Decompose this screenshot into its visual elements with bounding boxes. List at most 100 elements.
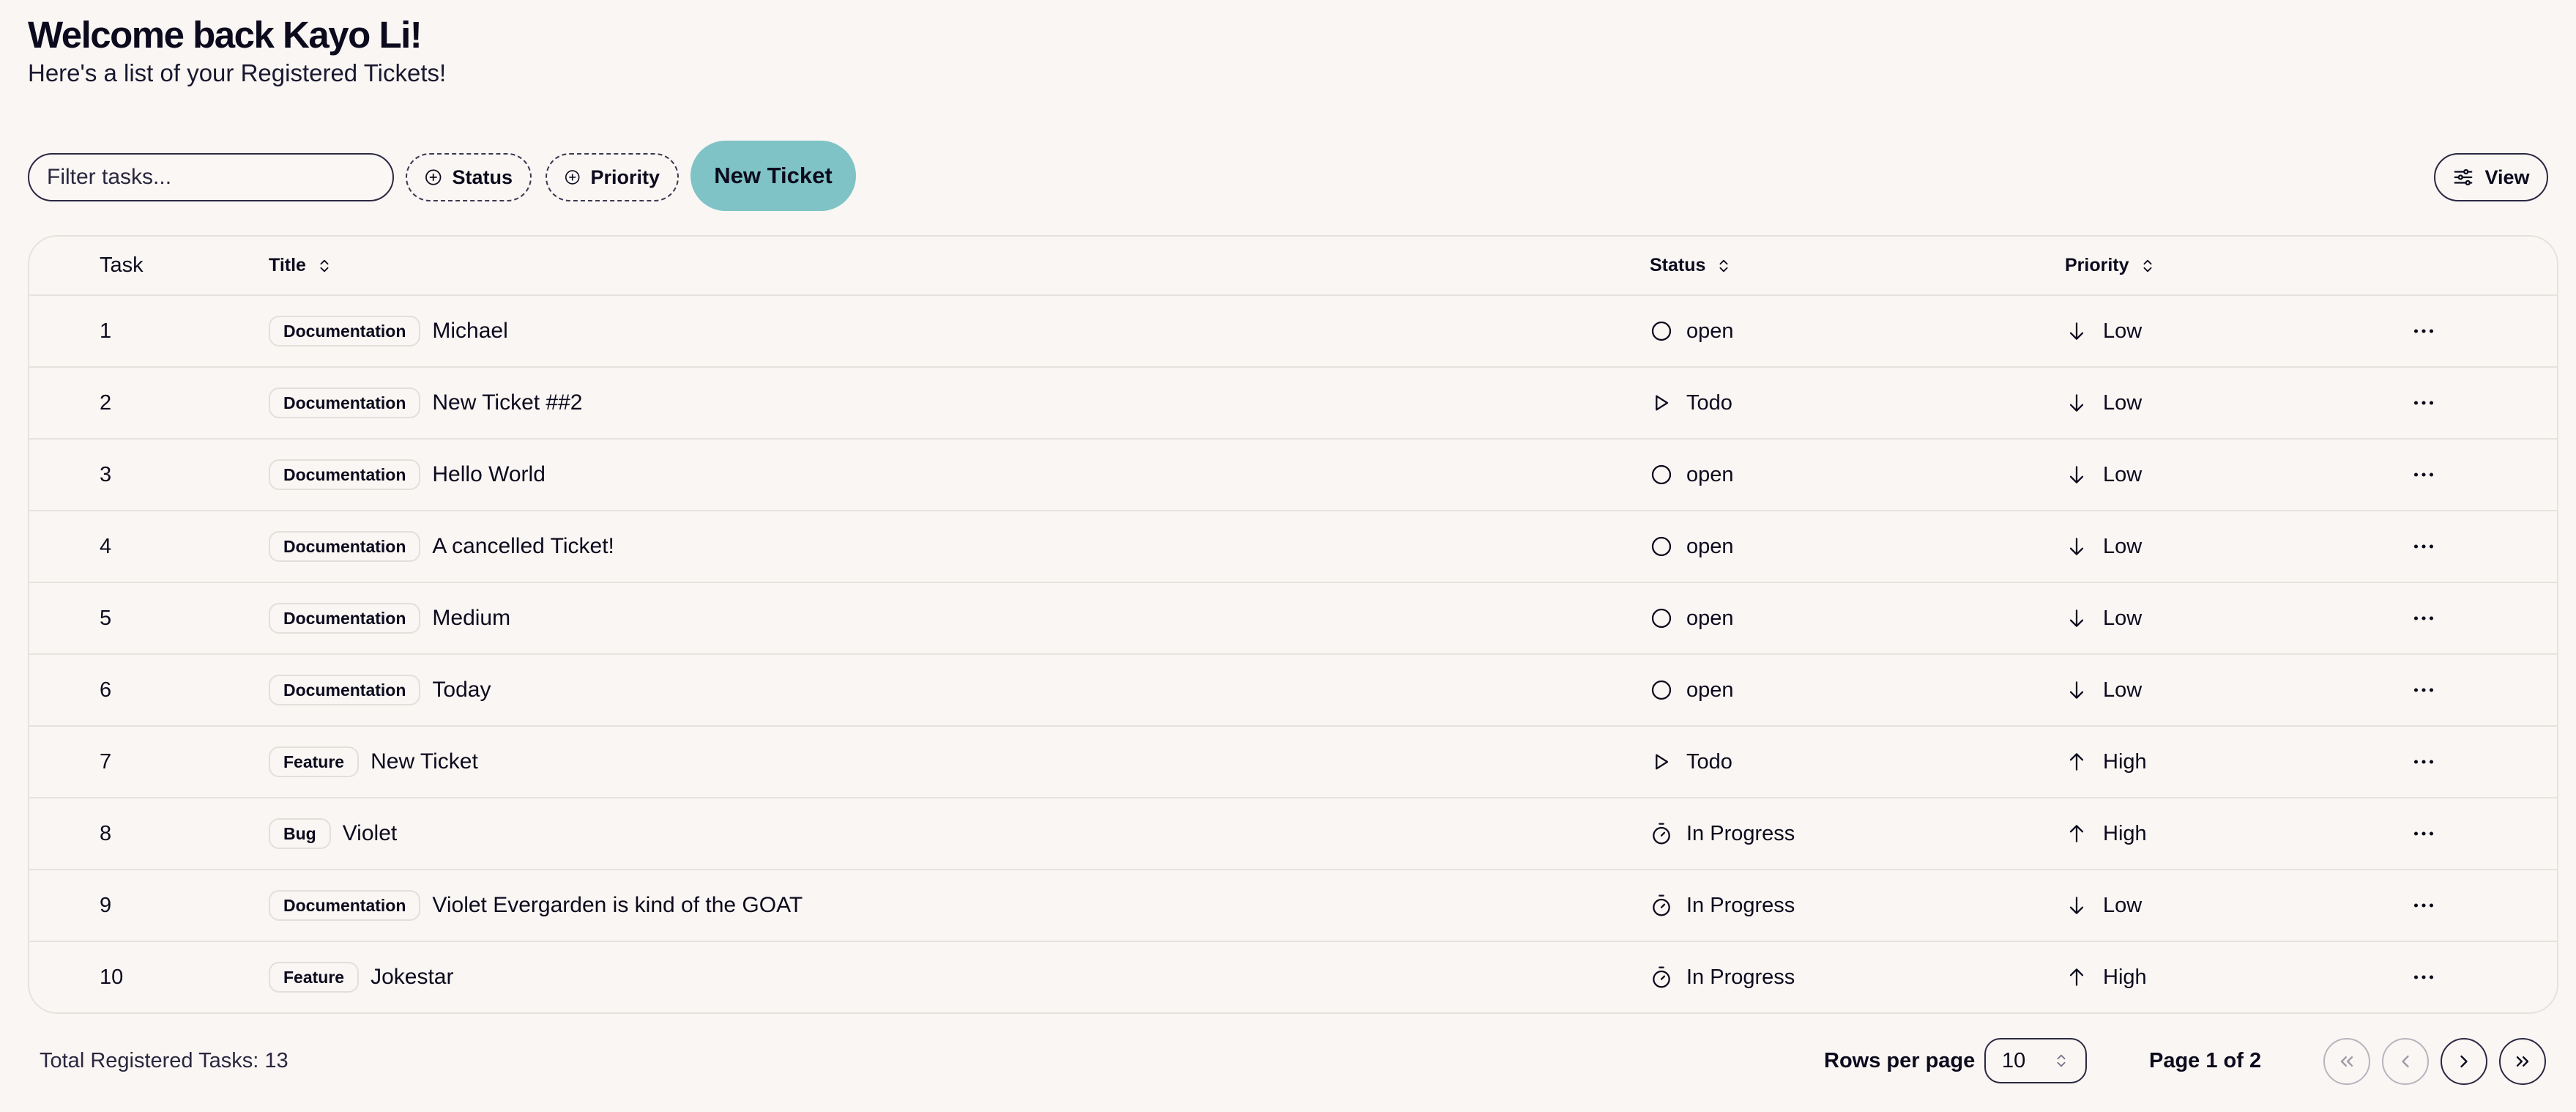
task-id: 8 <box>100 821 112 845</box>
priority-text: Low <box>2103 606 2143 630</box>
table-row[interactable]: 6 Documentation Today open Low <box>29 655 2557 727</box>
previous-page-button[interactable] <box>2382 1038 2429 1085</box>
priority-cell: Low <box>2065 655 2142 725</box>
table-row[interactable]: 7 Feature New Ticket Todo High <box>29 727 2557 798</box>
status-text: Todo <box>1686 749 1732 774</box>
next-page-button[interactable] <box>2441 1038 2487 1085</box>
row-actions-button[interactable] <box>2411 583 2437 653</box>
tickets-table: Task Title Status Priority 1 Documentatio… <box>28 235 2558 1014</box>
column-header-task: Task <box>100 237 144 294</box>
priority-text: High <box>2103 821 2147 845</box>
row-actions-button[interactable] <box>2411 870 2437 941</box>
more-horizontal-icon <box>2413 975 2434 979</box>
total-tasks-count: Total Registered Tasks: 13 <box>40 1048 289 1072</box>
column-header-title-label: Title <box>269 255 306 275</box>
priority-cell: High <box>2065 798 2147 869</box>
sliders-icon <box>2454 168 2473 186</box>
column-header-title[interactable]: Title <box>269 237 332 294</box>
circle-icon <box>1651 608 1672 629</box>
label-badge: Feature <box>269 746 360 777</box>
task-id: 10 <box>100 965 124 989</box>
status-filter-button[interactable]: Status <box>406 153 532 201</box>
priority-cell: Low <box>2065 583 2142 653</box>
row-actions-button[interactable] <box>2411 296 2437 366</box>
status-text: open <box>1686 462 1734 486</box>
title-cell: Documentation Medium <box>269 583 510 653</box>
table-row[interactable]: 8 Bug Violet In Progress High <box>29 798 2557 870</box>
arrow-down-icon <box>2069 466 2084 483</box>
page-header: Welcome back Kayo Li! Here's a list of y… <box>28 13 446 89</box>
priority-filter-button[interactable]: Priority <box>546 153 679 201</box>
more-horizontal-icon <box>2413 401 2434 405</box>
title-cell: Documentation New Ticket ##2 <box>269 368 582 438</box>
more-horizontal-icon <box>2413 903 2434 908</box>
ticket-title: Today <box>432 678 491 702</box>
column-header-status-label: Status <box>1650 255 1706 275</box>
first-page-button[interactable] <box>2323 1038 2370 1085</box>
table-row[interactable]: 3 Documentation Hello World open Low <box>29 440 2557 511</box>
row-actions-button[interactable] <box>2411 798 2437 869</box>
status-text: In Progress <box>1686 821 1795 845</box>
arrow-up-icon <box>2069 753 2084 771</box>
table-row[interactable]: 1 Documentation Michael open Low <box>29 296 2557 368</box>
chevron-right-icon <box>2460 1055 2468 1068</box>
table-row[interactable]: 5 Documentation Medium open Low <box>29 583 2557 655</box>
status-text: In Progress <box>1686 893 1795 917</box>
chevron-left-icon <box>2402 1055 2409 1068</box>
more-horizontal-icon <box>2413 831 2434 836</box>
more-horizontal-icon <box>2413 760 2434 764</box>
page-title: Welcome back Kayo Li! <box>28 14 422 56</box>
timer-icon <box>1653 966 1670 988</box>
table-row[interactable]: 10 Feature Jokestar In Progress High <box>29 942 2557 1012</box>
ticket-title: Hello World <box>432 462 546 486</box>
table-row[interactable]: 2 Documentation New Ticket ##2 Todo Low <box>29 368 2557 440</box>
timer-icon <box>1653 894 1670 916</box>
arrow-up-icon <box>2069 968 2084 986</box>
status-text: open <box>1686 319 1734 343</box>
row-actions-button[interactable] <box>2411 440 2437 510</box>
new-ticket-button[interactable]: New Ticket <box>690 141 856 211</box>
column-header-status[interactable]: Status <box>1650 237 1732 294</box>
table-row[interactable]: 9 Documentation Violet Evergarden is kind … <box>29 870 2557 942</box>
priority-cell: Low <box>2065 296 2142 366</box>
column-header-task-label: Task <box>100 253 144 277</box>
status-cell: In Progress <box>1650 942 1795 1012</box>
filter-tasks-input[interactable] <box>28 153 394 201</box>
more-horizontal-icon <box>2413 472 2434 477</box>
last-page-button[interactable] <box>2499 1038 2546 1085</box>
rows-per-page-label: Rows per page <box>1824 1048 1976 1072</box>
row-actions-button[interactable] <box>2411 727 2437 797</box>
priority-text: Low <box>2103 462 2143 486</box>
view-options-button[interactable]: View <box>2434 153 2548 201</box>
circle-icon <box>1651 680 1672 700</box>
rows-per-page-select[interactable]: 10 <box>1984 1038 2087 1083</box>
row-actions-button[interactable] <box>2411 368 2437 438</box>
label-badge: Documentation <box>269 603 421 634</box>
arrow-down-icon <box>2069 538 2084 555</box>
title-cell: Documentation Violet Evergarden is kind o… <box>269 870 803 941</box>
row-actions-button[interactable] <box>2411 942 2437 1012</box>
column-header-priority[interactable]: Priority <box>2065 237 2156 294</box>
more-horizontal-icon <box>2413 616 2434 620</box>
arrow-down-icon <box>2069 394 2084 412</box>
row-actions-button[interactable] <box>2411 655 2437 725</box>
ticket-title: New Ticket ##2 <box>432 390 583 415</box>
ticket-title: Medium <box>432 606 511 630</box>
circle-icon <box>1651 536 1672 557</box>
priority-cell: High <box>2065 727 2147 797</box>
ticket-title: Violet <box>342 821 398 845</box>
priority-text: Low <box>2103 534 2143 558</box>
task-id: 1 <box>100 319 112 343</box>
task-id: 9 <box>100 893 112 917</box>
status-cell: In Progress <box>1650 870 1795 941</box>
column-header-priority-label: Priority <box>2065 255 2129 275</box>
page-subtitle: Here's a list of your Registered Tickets… <box>28 59 447 86</box>
row-actions-button[interactable] <box>2411 511 2437 582</box>
sort-chevrons-icon <box>320 259 329 272</box>
timer-icon <box>1653 823 1670 845</box>
title-cell: Feature New Ticket <box>269 727 478 797</box>
label-badge: Documentation <box>269 890 421 921</box>
priority-cell: Low <box>2065 440 2142 510</box>
table-row[interactable]: 4 Documentation A cancelled Ticket! open Low <box>29 511 2557 583</box>
circle-icon <box>1651 321 1672 341</box>
